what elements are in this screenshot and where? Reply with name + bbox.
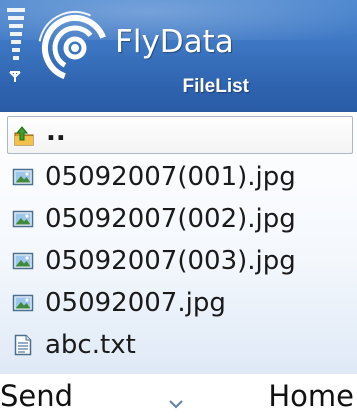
image-file-icon bbox=[12, 168, 34, 186]
flydata-logo-icon bbox=[38, 11, 112, 84]
list-item-file[interactable]: 05092007(003).jpg bbox=[7, 242, 353, 280]
list-item-label: abc.txt bbox=[45, 330, 136, 360]
app-name: FlyData bbox=[115, 24, 234, 60]
image-file-icon bbox=[12, 210, 34, 228]
signal-strength-icon bbox=[7, 8, 25, 82]
title-bar: FlyData FileList bbox=[0, 0, 357, 112]
list-item-file[interactable]: 05092007(002).jpg bbox=[7, 200, 353, 238]
list-item-label: 05092007(002).jpg bbox=[45, 204, 296, 234]
chevron-down-icon[interactable] bbox=[168, 398, 184, 410]
list-item-label: 05092007(003).jpg bbox=[45, 246, 296, 276]
list-item-label: .. bbox=[46, 117, 66, 147]
list-item-file[interactable]: abc.txt bbox=[7, 326, 353, 364]
list-item-label: 05092007(001).jpg bbox=[45, 162, 296, 192]
file-list: .. 05092007(001).jpg 05092007(002).jpg 0… bbox=[0, 112, 357, 374]
send-softkey[interactable]: Send bbox=[0, 378, 73, 414]
list-item-file[interactable]: 05092007(001).jpg bbox=[7, 158, 353, 196]
list-item-parent-folder[interactable]: .. bbox=[7, 116, 353, 154]
softkey-bar: Send Home bbox=[0, 374, 357, 417]
text-file-icon bbox=[14, 334, 32, 356]
list-item-label: 05092007.jpg bbox=[45, 288, 226, 318]
image-file-icon bbox=[12, 252, 34, 270]
screen-title: FileList bbox=[182, 76, 249, 97]
folder-up-icon bbox=[14, 126, 34, 146]
image-file-icon bbox=[12, 294, 34, 312]
home-softkey[interactable]: Home bbox=[268, 378, 354, 414]
list-item-file[interactable]: 05092007.jpg bbox=[7, 284, 353, 322]
